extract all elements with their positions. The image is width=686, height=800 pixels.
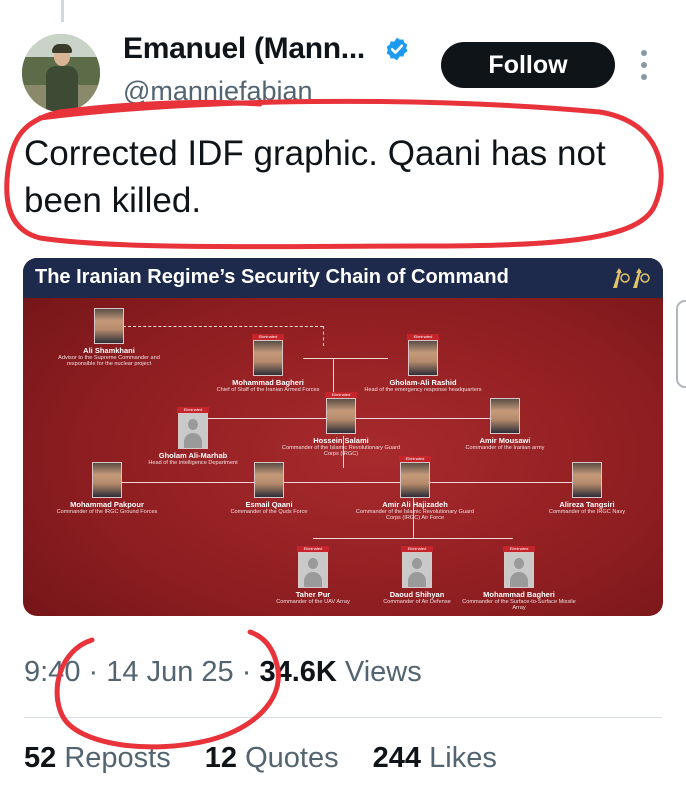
org-person: Mohammad Pakpour Commander of the IRGC G… <box>47 462 167 515</box>
graphic-header: The Iranian Regime’s Security Chain of C… <box>23 258 663 298</box>
reposts-link[interactable]: 52 Reposts <box>24 742 171 774</box>
org-person: Eliminated Mohammad Bagheri Chief of Sta… <box>216 334 320 393</box>
more-options-icon[interactable] <box>641 50 649 80</box>
engagement-stats: 52 Reposts 12 Quotes 244 Likes <box>24 742 523 775</box>
org-person: Eliminated Mohammad Bagheri Commander of… <box>462 546 576 612</box>
org-person: Eliminated Taher Pur Commander of the UA… <box>276 546 350 605</box>
likes-link[interactable]: 244 Likes <box>373 742 497 774</box>
org-person: Eliminated Gholam-Ali Rashid Head of the… <box>364 334 482 393</box>
author-handle[interactable]: @manniefabian <box>123 76 313 107</box>
quotes-link[interactable]: 12 Quotes <box>205 742 339 774</box>
org-person: Eliminated Gholam Ali-Marhab Head of the… <box>148 407 238 466</box>
views-label: Views <box>344 656 422 688</box>
org-person: Eliminated Amir Ali Hajizadeh Commander … <box>355 456 475 522</box>
org-person: Eliminated Hossein Salami Commander of t… <box>281 392 401 458</box>
org-person: Alireza Tangsiri Commander of the IRGC N… <box>527 462 647 515</box>
follow-button[interactable]: Follow <box>441 42 615 88</box>
org-person: Esmail Qaani Commander of the Quds Force <box>209 462 329 515</box>
tweet-image[interactable]: The Iranian Regime’s Security Chain of C… <box>23 258 663 616</box>
org-connector <box>313 538 513 539</box>
org-person: Ali Shamkhani Advisor to the Supreme Com… <box>49 308 169 368</box>
tweet-date[interactable]: 14 Jun 25 <box>106 656 233 688</box>
org-connector <box>108 482 586 483</box>
divider <box>24 717 662 718</box>
separator: · <box>88 656 99 688</box>
scrollbar[interactable] <box>676 300 686 388</box>
annotation-circle-date <box>54 629 281 750</box>
org-person: Amir Mousawi Commander of the Iranian ar… <box>445 398 565 451</box>
thread-connector <box>61 0 64 22</box>
separator: · <box>241 656 252 688</box>
avatar[interactable] <box>22 34 100 112</box>
author-name[interactable]: Emanuel (Mann... <box>123 32 365 66</box>
tweet-metadata: 9:40 · 14 Jun 25 · 34.6K Views <box>24 656 422 689</box>
views-count: 34.6K <box>259 656 337 688</box>
tweet-text: Corrected IDF graphic. Qaani has not bee… <box>24 134 606 220</box>
graphic-title: The Iranian Regime’s Security Chain of C… <box>35 266 509 288</box>
verified-badge-icon <box>386 37 408 61</box>
tweet-time[interactable]: 9:40 <box>24 656 80 688</box>
idf-emblem-icon <box>613 268 650 288</box>
